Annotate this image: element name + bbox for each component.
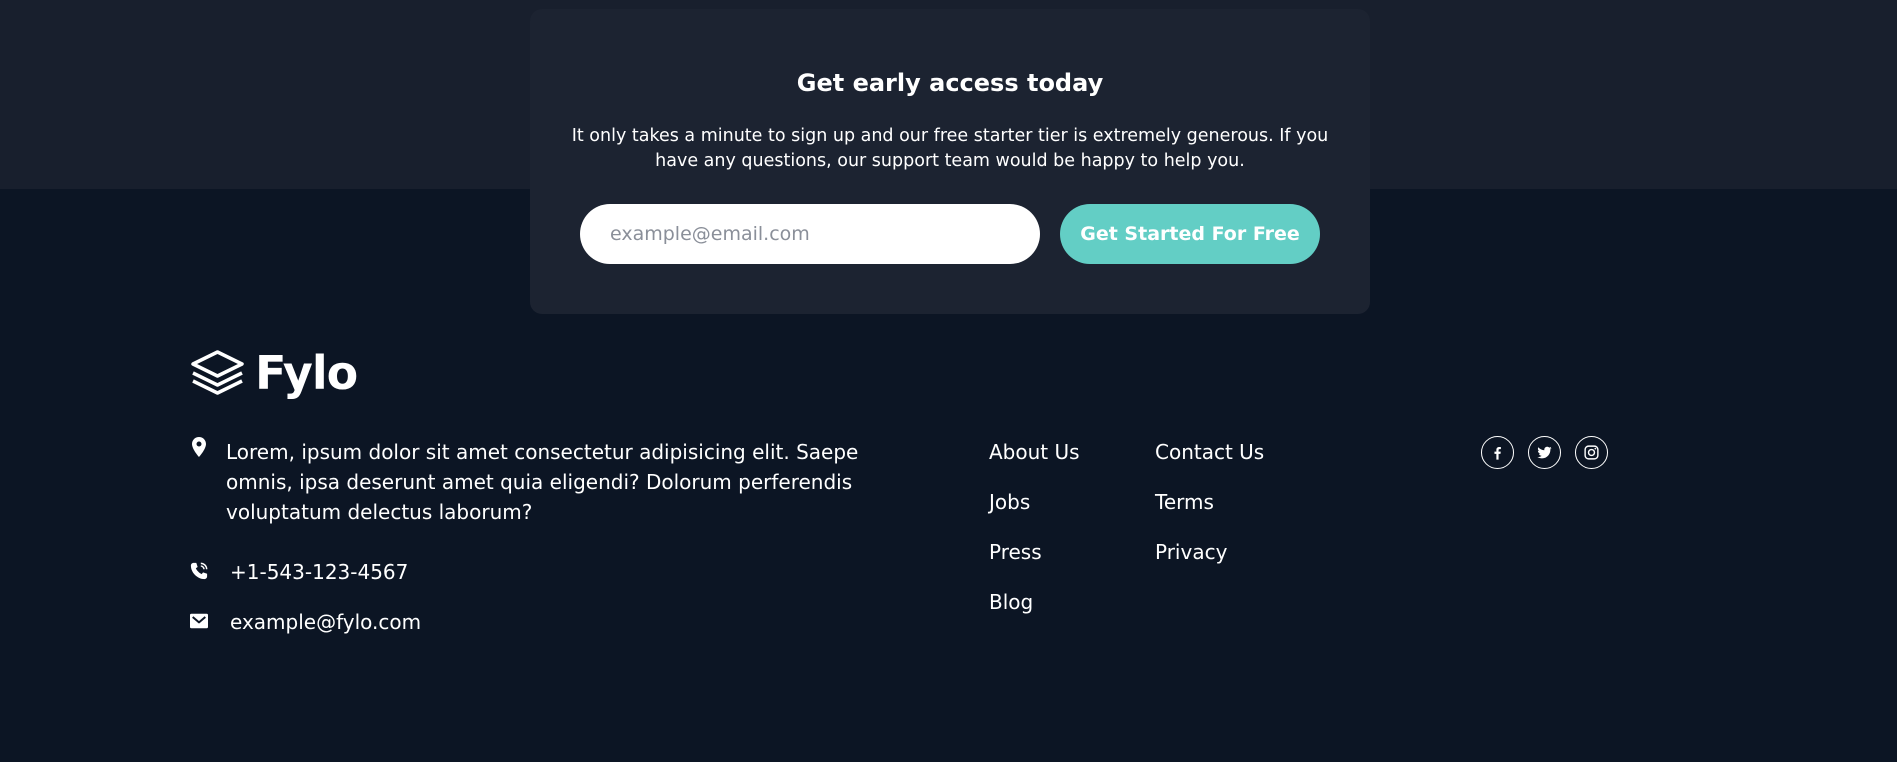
social-links	[1481, 436, 1608, 469]
email-text[interactable]: example@fylo.com	[230, 607, 421, 637]
link-blog[interactable]: Blog	[989, 587, 1080, 637]
footer-links-col-2: Contact Us Terms Privacy	[1155, 437, 1264, 587]
phone-row: +1-543-123-4567	[190, 557, 408, 587]
instagram-icon[interactable]	[1575, 436, 1608, 469]
envelope-icon	[190, 607, 208, 635]
twitter-icon[interactable]	[1528, 436, 1561, 469]
logo[interactable]: Fylo	[190, 346, 358, 400]
link-jobs[interactable]: Jobs	[989, 487, 1080, 537]
cta-description: It only takes a minute to sign up and ou…	[571, 126, 1329, 171]
address-text: Lorem, ipsum dolor sit amet consectetur …	[226, 440, 859, 524]
link-press[interactable]: Press	[989, 537, 1080, 587]
footer-links-col-1: About Us Jobs Press Blog	[989, 437, 1080, 637]
logo-text: Fylo	[255, 346, 358, 400]
email-row: example@fylo.com	[190, 607, 421, 637]
phone-text[interactable]: +1-543-123-4567	[230, 557, 408, 587]
link-terms[interactable]: Terms	[1155, 487, 1264, 537]
location-pin-icon	[190, 437, 208, 459]
link-privacy[interactable]: Privacy	[1155, 537, 1264, 587]
address-row: Lorem, ipsum dolor sit amet consectetur …	[190, 437, 906, 527]
phone-icon	[190, 557, 208, 583]
cta-title: Get early access today	[796, 69, 1104, 97]
layers-logo-icon	[191, 350, 244, 395]
get-started-button[interactable]: Get Started For Free	[1060, 204, 1320, 264]
facebook-icon[interactable]	[1481, 436, 1514, 469]
early-access-card: Get early access today It only takes a m…	[530, 9, 1370, 314]
link-about-us[interactable]: About Us	[989, 437, 1080, 487]
email-input[interactable]	[580, 204, 1040, 264]
link-contact-us[interactable]: Contact Us	[1155, 437, 1264, 487]
